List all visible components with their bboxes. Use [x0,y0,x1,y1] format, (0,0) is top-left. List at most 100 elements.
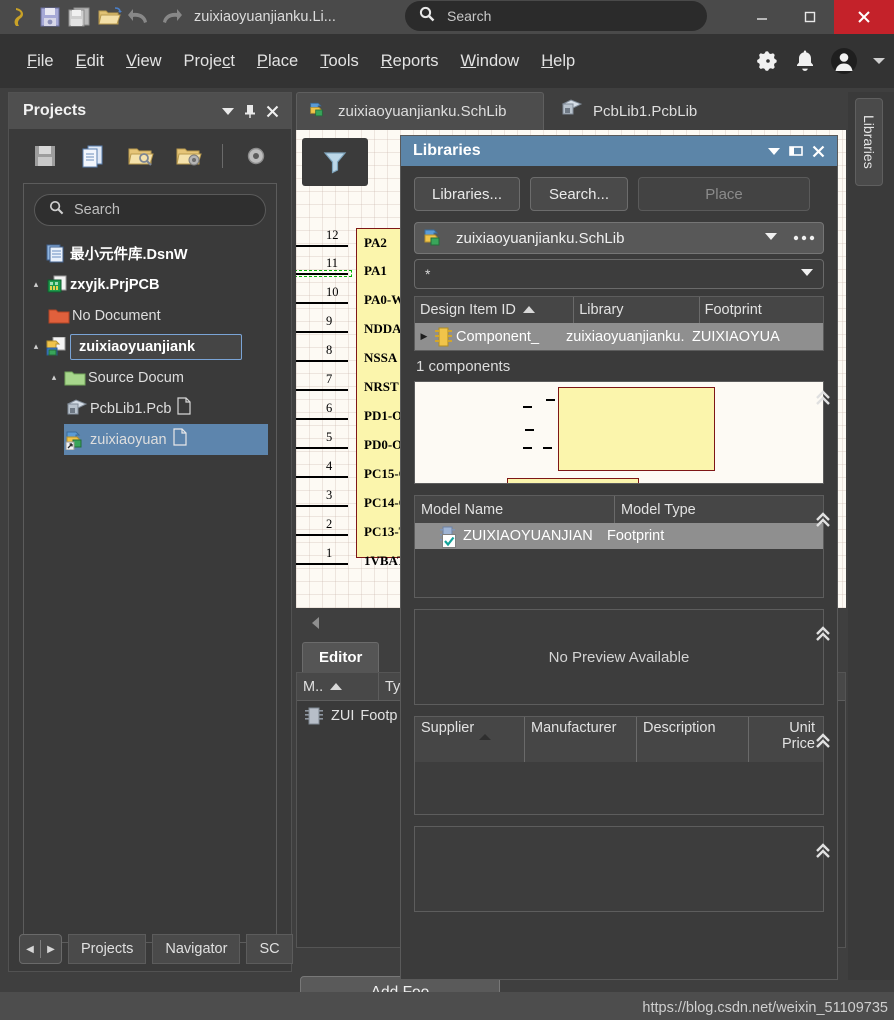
vertical-tab-libraries[interactable]: Libraries [855,98,883,186]
global-search-box[interactable]: Search [405,1,707,31]
library-selector-combo[interactable]: zuixiaoyuanjianku.SchLib [414,222,824,254]
bottom-tab-projects[interactable]: Projects [68,934,147,964]
col-description[interactable]: Description [637,717,749,762]
menu-place[interactable]: Place [246,48,309,75]
dock-icon[interactable] [785,140,807,162]
redo-icon[interactable] [156,3,184,31]
pin-3[interactable]: 3 PC14-O [296,488,409,510]
collapse-models-button[interactable] [812,511,834,529]
projects-search-input[interactable]: Search [34,194,266,226]
doc-tab-pcblib[interactable]: PcbLib1.PcbLib [548,92,709,130]
gear-icon[interactable] [756,49,780,73]
user-avatar-icon[interactable] [830,47,858,75]
pin-10[interactable]: 10 PA0-WI [296,285,409,307]
tree-item-no-document[interactable]: No Document [24,300,276,331]
altium-logo-icon[interactable] [6,3,34,31]
menu-file[interactable]: File [16,48,65,75]
chevron-down-icon[interactable] [872,56,886,66]
component-preview-wrap [401,381,837,484]
open-folder-icon[interactable] [96,3,124,31]
close-button[interactable] [834,0,894,34]
menu-edit[interactable]: Edit [65,48,115,75]
editor-col-model[interactable]: M.. [297,673,379,700]
undo-icon[interactable] [126,3,154,31]
chevron-down-icon[interactable] [763,229,779,247]
menu-window[interactable]: Window [450,48,531,75]
pin-1[interactable]: 1 1VBAT [296,546,406,568]
col-model-type[interactable]: Model Type [615,496,823,523]
nav-next-button[interactable]: ▶ [41,935,61,963]
no-preview-label: No Preview Available [548,648,690,666]
component-filter-combo[interactable]: * [414,259,824,289]
twisty[interactable]: ▴ [46,372,62,383]
components-table-row[interactable]: ▶ Component_ zuixiaoyuanjianku. ZUIXIAOY… [415,323,823,350]
copy-documents-icon[interactable] [78,141,108,171]
panel-nav-buttons: ◀ ▶ [19,934,62,964]
pin-2[interactable]: 2 PC13-T [296,517,407,539]
collapse-bottom-button[interactable] [812,842,834,860]
ellipsis-icon[interactable] [793,229,815,247]
pin-6[interactable]: 6 PD1-OS [296,401,410,423]
save-all-icon[interactable] [66,3,94,31]
pin-8[interactable]: 8 NSSA [296,343,397,365]
collapse-preview-button[interactable] [812,389,834,407]
project-options-icon[interactable] [174,141,204,171]
pin-7[interactable]: 7 NRST [296,372,399,394]
open-project-icon[interactable] [126,141,156,171]
col-library[interactable]: Library [574,297,700,323]
chevron-down-icon[interactable] [799,265,815,283]
place-button[interactable]: Place [638,177,810,211]
col-supplier[interactable]: Supplier [415,717,525,762]
col-model-name[interactable]: Model Name [415,496,615,523]
twisty[interactable]: ▴ [28,341,44,352]
tab-editor[interactable]: Editor [302,642,380,672]
chevron-down-icon[interactable] [217,100,239,122]
save-icon[interactable] [30,141,60,171]
close-icon[interactable] [261,100,283,122]
close-icon[interactable] [807,140,829,162]
tree-item-pcb-project[interactable]: ▴ zxyjk.PrjPCB [24,269,276,300]
scroll-left-arrow-icon[interactable] [308,615,324,636]
project-tree: 最小元件库.DsnW ▴ zxyjk.PrjPCB No Document ▴ … [24,236,276,455]
menu-help[interactable]: Help [530,48,586,75]
filter-funnel-icon[interactable] [302,138,368,186]
chevron-down-icon[interactable] [763,140,785,162]
pin-icon[interactable] [239,100,261,122]
col-unit-price[interactable]: Unit Price [749,717,821,762]
collapse-model-preview-button[interactable] [812,625,834,643]
bottom-tab-navigator[interactable]: Navigator [152,934,241,964]
tree-item-zuixiaoyuanjianku-schlib[interactable]: zuixiaoyuan [64,424,268,455]
models-table-row[interactable]: ZUIXIAOYUANJIAN Footprint [415,523,823,549]
tree-item-label: zuixiaoyuanjiank [70,333,242,360]
pin-9[interactable]: 9 NDDA [296,314,402,336]
col-footprint[interactable]: Footprint [700,297,823,323]
pin-12[interactable]: 12 PA2 [296,228,387,250]
settings-gear-icon[interactable] [241,141,271,171]
twisty[interactable]: ▴ [28,279,44,290]
component-preview[interactable] [414,381,824,484]
expand-row-icon[interactable]: ▶ [415,331,433,342]
pin-4[interactable]: 4 PC15-O [296,459,409,481]
doc-tab-schlib[interactable]: zuixiaoyuanjianku.SchLib [296,92,544,130]
collapse-supplier-button[interactable] [812,732,834,750]
tree-item-schlib-project[interactable]: ▴ zuixiaoyuanjiank [24,331,276,362]
tree-item-source-documents[interactable]: ▴ Source Docum [24,362,276,393]
bottom-tab-sch[interactable]: SC [246,934,293,964]
pin-11[interactable]: 11 PA1 [296,256,387,278]
menu-project[interactable]: Project [173,48,246,75]
libraries-button[interactable]: Libraries... [414,177,520,211]
tree-item-pcblib1[interactable]: PcbLib1.Pcb [24,393,276,424]
menu-tools[interactable]: Tools [309,48,370,75]
col-manufacturer[interactable]: Manufacturer [525,717,637,762]
bell-icon[interactable] [794,49,816,73]
tree-item-workspace[interactable]: 最小元件库.DsnW [24,238,276,269]
menu-reports[interactable]: Reports [370,48,450,75]
pin-5[interactable]: 5 PD0-OS [296,430,410,452]
menu-view[interactable]: View [115,48,172,75]
col-design-item-id[interactable]: Design Item ID [415,297,575,323]
save-icon[interactable] [36,3,64,31]
search-button[interactable]: Search... [530,177,628,211]
maximize-button[interactable] [786,0,834,34]
nav-prev-button[interactable]: ◀ [20,935,40,963]
minimize-button[interactable] [738,0,786,34]
